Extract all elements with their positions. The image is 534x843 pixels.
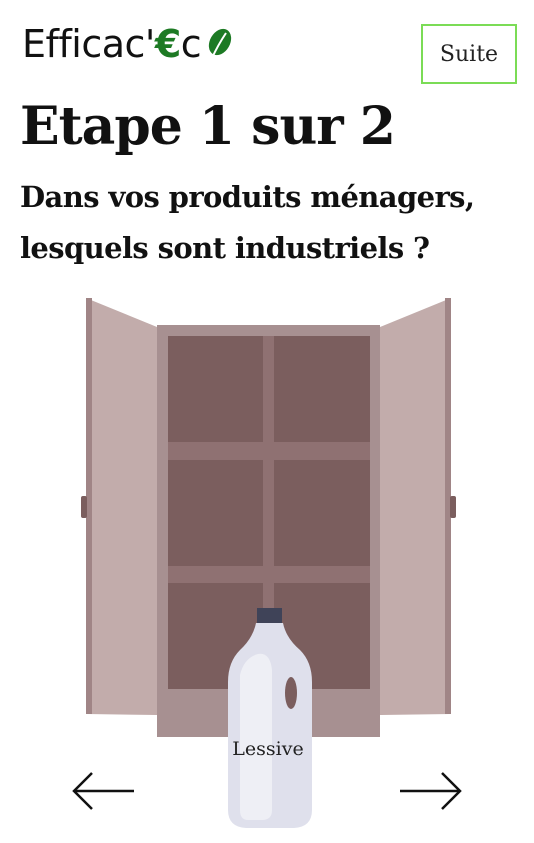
brand-logo-euro: €	[154, 22, 181, 66]
leaf-icon	[209, 28, 232, 59]
arrow-left-icon[interactable]	[70, 770, 136, 812]
bottle-cap	[257, 608, 282, 623]
step-title: Etape 1 sur 2	[20, 96, 396, 157]
step-question: Dans vos produits ménagers, lesquels son…	[20, 180, 475, 265]
shelf-panel	[274, 460, 370, 566]
cabinet-left-door	[86, 298, 157, 715]
brand-logo-suffix: c	[180, 22, 202, 66]
brand-logo[interactable]: Efficac' € c	[22, 18, 233, 70]
bottle-highlight	[240, 653, 272, 820]
cabinet-right-handle	[450, 496, 456, 518]
shelf-panel	[168, 336, 263, 442]
arrow-right-icon[interactable]	[398, 770, 464, 812]
cabinet-right-door	[380, 298, 451, 715]
brand-logo-prefix: Efficac'	[22, 22, 155, 66]
cabinet-illustration	[81, 298, 456, 828]
product-label: Lessive	[232, 738, 304, 760]
bottle-handle-hole	[285, 677, 297, 709]
shelf-panel	[168, 460, 263, 566]
cabinet-left-handle	[81, 496, 87, 518]
shelf-panel	[274, 336, 370, 442]
page: Efficac' € c Suite Etape 1 sur 2 Dans vos …	[0, 0, 534, 843]
suite-button[interactable]: Suite	[421, 24, 517, 84]
